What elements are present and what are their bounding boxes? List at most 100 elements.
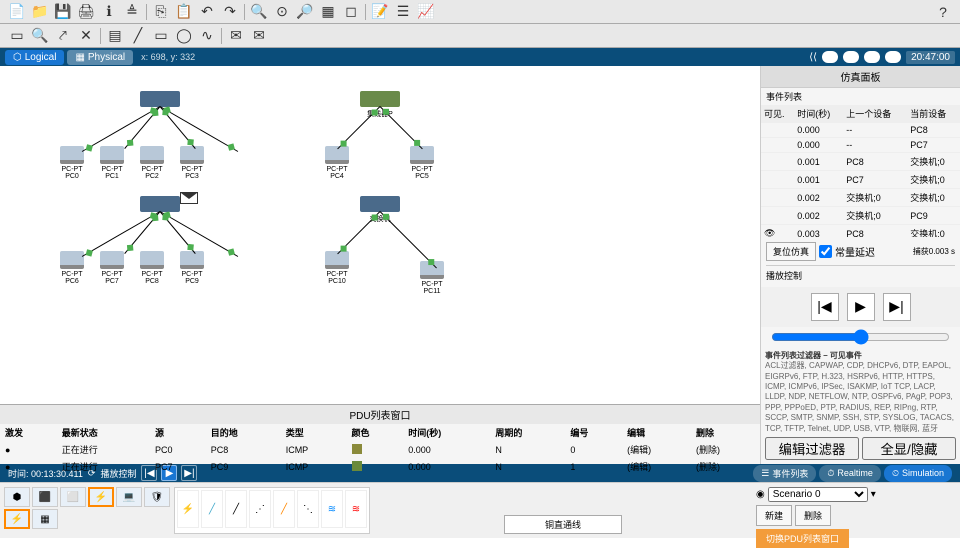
serial-cable-icon[interactable]: ≋ — [345, 490, 367, 528]
cloud-icon[interactable] — [843, 51, 859, 63]
realtime-button[interactable]: ⏱ Realtime — [819, 465, 881, 482]
pc-device[interactable]: PC-PT PC6 — [60, 251, 84, 285]
constant-delay-checkbox[interactable] — [819, 245, 832, 258]
list-icon[interactable]: ☰ — [394, 3, 412, 21]
play-button[interactable]: ▶ — [847, 293, 875, 321]
pc-device[interactable]: PC-PT PC5 — [410, 146, 434, 180]
event-row[interactable]: 0.002交换机;0交换机;0 — [761, 189, 960, 207]
switch-device[interactable] — [140, 196, 180, 212]
redo-icon[interactable]: ↷ — [221, 3, 239, 21]
info-icon[interactable]: ℹ — [100, 3, 118, 21]
cloud-icon[interactable] — [885, 51, 901, 63]
security-category-icon[interactable]: 🛡 — [144, 487, 170, 507]
event-row[interactable]: 0.002交换机;0PC9 — [761, 207, 960, 225]
open-icon[interactable]: 📁 — [31, 3, 49, 21]
line-icon[interactable]: ╱ — [129, 27, 147, 45]
wizard-icon[interactable]: ≜ — [123, 3, 141, 21]
pc-device[interactable]: PC-PT PC7 — [100, 251, 124, 285]
phone-cable-icon[interactable]: ⋱ — [297, 490, 319, 528]
paste-icon[interactable]: 📋 — [175, 3, 193, 21]
pc-device[interactable]: PC-PT PC10 — [325, 251, 349, 285]
pc-device[interactable]: PC-PT PC1 — [100, 146, 124, 180]
col-del[interactable]: 删除 — [691, 424, 760, 441]
chart-icon[interactable]: 📈 — [417, 3, 435, 21]
coax-cable-icon[interactable]: ≋ — [321, 490, 343, 528]
complex-pdu-icon[interactable]: ✉ — [250, 27, 268, 45]
lightning-icon[interactable]: ⚡ — [4, 509, 30, 529]
pc-device[interactable]: PC-PT PC9 — [180, 251, 204, 285]
col-type[interactable]: 类型 — [281, 424, 347, 441]
rect-icon[interactable]: ▭ — [152, 27, 170, 45]
pdu-row[interactable]: ●正在进行PC0PC8ICMP0.000N0(编辑)(删除) — [0, 441, 760, 458]
step-forward-button[interactable]: ▶| — [883, 293, 911, 321]
event-row[interactable]: 👁0.003PC8交换机;0 — [761, 225, 960, 237]
move-icon[interactable]: ⤤ — [54, 27, 72, 45]
select-icon[interactable]: ▭ — [8, 27, 26, 45]
pc-device[interactable]: PC-PT PC11 — [420, 261, 444, 295]
copy-icon[interactable]: ⎘ — [152, 3, 170, 21]
col-last[interactable]: 上一个设备 — [843, 105, 907, 123]
col-fire[interactable]: 激发 — [0, 424, 57, 441]
reset-sim-button[interactable]: 复位仿真 — [766, 242, 816, 261]
col-num[interactable]: 编号 — [565, 424, 622, 441]
col-src[interactable]: 源 — [150, 424, 206, 441]
cloud-icon[interactable] — [864, 51, 880, 63]
window-icon[interactable]: ◻ — [342, 3, 360, 21]
step-back-button[interactable]: |◀ — [811, 293, 839, 321]
hub-category-icon[interactable]: ⬜ — [60, 487, 86, 507]
physical-tab[interactable]: ▦ Physical — [67, 50, 133, 65]
straight-cable-icon[interactable]: ╱ — [225, 490, 247, 528]
scenario-select[interactable]: Scenario 0 — [768, 487, 868, 502]
crossover-cable-icon[interactable]: ⋰ — [249, 490, 271, 528]
file-icon[interactable]: 📄 — [8, 3, 26, 21]
col-dst[interactable]: 目的地 — [206, 424, 281, 441]
col-color[interactable]: 颜色 — [347, 424, 404, 441]
cable-category-icon[interactable]: ⚡ — [88, 487, 114, 507]
undo-icon[interactable]: ↶ — [198, 3, 216, 21]
delete-scenario-button[interactable]: 删除 — [795, 505, 831, 526]
oval-icon[interactable]: ◯ — [175, 27, 193, 45]
col-period[interactable]: 周期的 — [490, 424, 565, 441]
event-row[interactable]: 0.001PC7交换机;0 — [761, 171, 960, 189]
col-time[interactable]: 时间(秒) — [403, 424, 490, 441]
workspace-canvas[interactable]: PC-PT PC0 PC-PT PC1 PC-PT PC2 PC-PT PC3 … — [0, 66, 760, 464]
print-icon[interactable]: 🖨 — [77, 3, 95, 21]
pc-device[interactable]: PC-PT PC2 — [140, 146, 164, 180]
pdu-envelope-icon[interactable] — [180, 192, 198, 204]
toggle-pdu-button[interactable]: 切换PDU列表窗口 — [756, 529, 849, 548]
grid-icon[interactable]: ▦ — [319, 3, 337, 21]
pc-device[interactable]: PC-PT PC4 — [325, 146, 349, 180]
logical-tab[interactable]: ⬡ Logical — [5, 50, 64, 65]
simple-pdu-icon[interactable]: ✉ — [227, 27, 245, 45]
col-time[interactable]: 时间(秒) — [794, 105, 843, 123]
new-scenario-button[interactable]: 新建 — [756, 505, 792, 526]
back-icon[interactable]: ⟨⟨ — [809, 52, 817, 63]
zoom-reset-icon[interactable]: ⊙ — [273, 3, 291, 21]
edit-filter-button[interactable]: 编辑过滤器 — [765, 437, 859, 460]
col-edit[interactable]: 编辑 — [622, 424, 691, 441]
delete-icon[interactable]: ✕ — [77, 27, 95, 45]
col-visible[interactable]: 可见. — [761, 105, 794, 123]
switch-category-icon[interactable]: ⬛ — [32, 487, 58, 507]
simulation-button[interactable]: ⏲ Simulation — [884, 465, 952, 482]
event-row[interactable]: 0.000--PC8 — [761, 123, 960, 138]
grid-icon[interactable]: ▦ — [32, 509, 58, 529]
fiber-cable-icon[interactable]: ╱ — [273, 490, 295, 528]
pc-device[interactable]: PC-PT PC8 — [140, 251, 164, 285]
speed-slider[interactable] — [771, 329, 950, 345]
event-row[interactable]: 0.001PC8交换机;0 — [761, 153, 960, 171]
event-row[interactable]: 0.000--PC7 — [761, 138, 960, 153]
inspect-icon[interactable]: 🔍 — [31, 27, 49, 45]
pdu-row[interactable]: ●正在进行PC7PC9ICMP0.000N1(编辑)(删除) — [0, 458, 760, 475]
show-all-button[interactable]: 全显/隐藏 — [862, 437, 956, 460]
pc-device[interactable]: PC-PT PC0 — [60, 146, 84, 180]
zoom-in-icon[interactable]: 🔍 — [250, 3, 268, 21]
pc-device[interactable]: PC-PT PC3 — [180, 146, 204, 180]
cloud-icon[interactable] — [822, 51, 838, 63]
router-category-icon[interactable]: ⬢ — [4, 487, 30, 507]
console-cable-icon[interactable]: ╱ — [201, 490, 223, 528]
col-at[interactable]: 当前设备 — [907, 105, 960, 123]
help-icon[interactable]: ? — [934, 3, 952, 21]
event-list-button[interactable]: ☰ 事件列表 — [753, 465, 816, 482]
auto-cable-icon[interactable]: ⚡ — [177, 490, 199, 528]
